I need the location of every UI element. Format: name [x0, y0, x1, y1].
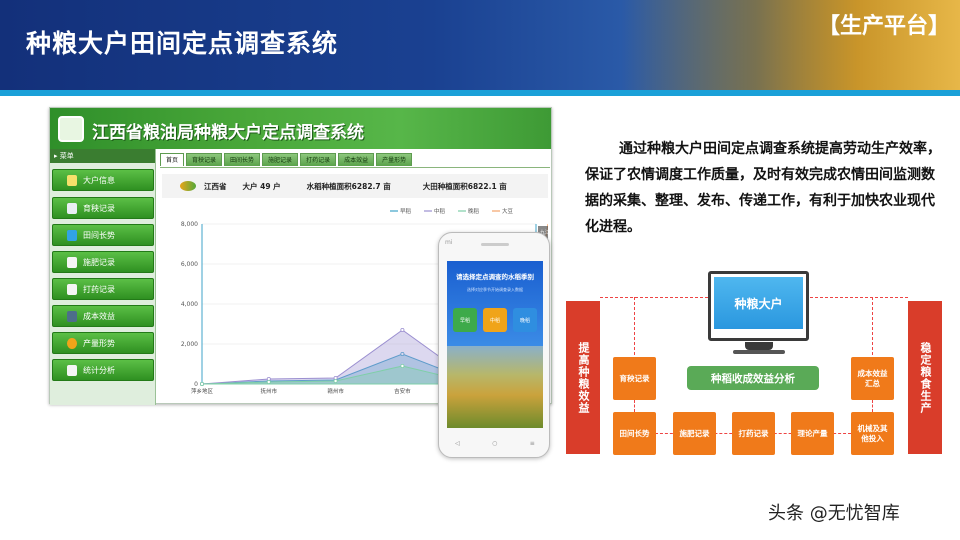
app-title: 江西省粮油局种粮大户定点调查系统 [92, 123, 364, 143]
platform-label: 【生产平台】 [817, 14, 950, 39]
header-stripe [0, 90, 960, 96]
tab-fertilize[interactable]: 施肥记录 [262, 153, 299, 166]
home-icon[interactable]: ○ [492, 440, 497, 447]
page-title: 种粮大户田间定点调查系统 [26, 29, 339, 58]
phone-button-middle[interactable]: 中稻 [483, 308, 507, 332]
sidebar-head: ▸ 菜单 [50, 149, 155, 163]
phone-nav: ◁ ○ ≡ [439, 440, 551, 447]
sidebar-item-2[interactable]: 田间长势 [52, 224, 154, 246]
sidebar-item-1[interactable]: 育秧记录 [52, 197, 154, 219]
sidebar-item-4[interactable]: 打药记录 [52, 278, 154, 300]
y-tick-label: 2,000 [181, 341, 198, 348]
data-point [400, 328, 405, 333]
sidebar-item-6[interactable]: 产量形势 [52, 332, 154, 354]
header-banner: 种粮大户田间定点调查系统 【生产平台】 [0, 0, 960, 96]
tab-cost[interactable]: 成本效益 [338, 153, 375, 166]
phone-screen: 请选择定点调查的水稻季别 选择对应季节开始调查录入数据 早稻 中稻 晚稻 [447, 261, 543, 428]
monitor-stand [745, 342, 773, 350]
phone-speaker [481, 243, 509, 246]
box-yield: 理论产量 [791, 412, 834, 455]
data-point [333, 378, 338, 383]
summary-households: 大户 49 户 [242, 181, 281, 191]
legend-label: 早稻 [400, 207, 412, 215]
x-tick-label: 抚州市 [261, 387, 278, 395]
tab-bar: 首页 育秧记录 田间长势 施肥记录 打药记录 成本效益 产量形势 [160, 153, 413, 167]
x-tick-label: 吉安市 [394, 387, 411, 395]
data-point [400, 363, 405, 368]
tab-seedling[interactable]: 育秧记录 [186, 153, 223, 166]
back-icon[interactable]: ◁ [455, 440, 460, 447]
legend-label: 中稻 [434, 207, 446, 215]
y-tick-label: 4,000 [181, 301, 198, 308]
box-seedling: 育秧记录 [613, 357, 656, 400]
app-header: 江西省粮油局种粮大户定点调查系统 [50, 108, 551, 149]
leaf-icon [180, 181, 196, 191]
sidebar-item-7[interactable]: 统计分析 [52, 359, 154, 381]
summary-province: 江西省 [204, 181, 227, 191]
phone-button-early[interactable]: 早稻 [453, 308, 477, 332]
box-cost: 成本效益汇总 [851, 357, 894, 400]
analysis-bar: 种稻收成效益分析 [687, 366, 819, 390]
phone-header: 请选择定点调查的水稻季别 选择对应季节开始调查录入数据 早稻 中稻 晚稻 [447, 261, 543, 346]
monitor-base [733, 350, 785, 354]
x-tick-label: 赣州市 [327, 387, 344, 395]
y-tick-label: 6,000 [181, 261, 198, 268]
left-goal-box: 提高种粮效益 [566, 301, 600, 454]
rice-photo [447, 346, 543, 428]
connector-right-low [872, 400, 873, 412]
connector-left-low [634, 400, 635, 412]
box-growth: 田间长势 [613, 412, 656, 455]
tab-spray[interactable]: 打药记录 [300, 153, 337, 166]
menu-icon[interactable]: ≡ [530, 440, 535, 447]
monitor-screen: 种粮大户 [714, 277, 803, 329]
data-point [200, 381, 205, 386]
phone-brand: mi [445, 239, 453, 246]
box-machinery: 机械及其他投入 [851, 412, 894, 455]
watermark: 头条 @无忧智库 [768, 503, 900, 524]
summary-bar: 江西省 大户 49 户 水稻种植面积6282.7 亩 大田种植面积6822.1 … [162, 174, 548, 198]
monitor-icon: 种粮大户 [708, 271, 809, 341]
sidebar-item-3[interactable]: 施肥记录 [52, 251, 154, 273]
x-tick-label: 萍乡地区 [191, 387, 214, 395]
y-tick-label: 0 [194, 381, 198, 388]
connector-left [634, 297, 635, 355]
phone-title: 请选择定点调查的水稻季别 [456, 273, 534, 281]
summary-rice-area: 水稻种植面积6282.7 亩 [306, 181, 391, 191]
right-goal-box: 稳定粮食生产 [908, 301, 942, 454]
tab-growth[interactable]: 田间长势 [224, 153, 261, 166]
app-logo-icon [58, 116, 84, 142]
connector-right [872, 297, 873, 355]
box-fertilize: 施肥记录 [673, 412, 716, 455]
legend-label: 晚稻 [468, 207, 480, 215]
sidebar: ▸ 菜单 大户信息 育秧记录 田间长势 施肥记录 打药记录 成本效益 产量形势 … [50, 149, 156, 405]
y-tick-label: 8,000 [181, 221, 198, 228]
legend-label: 大豆 [502, 207, 514, 215]
sidebar-item-0[interactable]: 大户信息 [52, 169, 154, 191]
summary-field-area: 大田种植面积6822.1 亩 [422, 181, 507, 191]
phone-button-late[interactable]: 晚稻 [513, 308, 537, 332]
data-point [266, 379, 271, 384]
description-text: 通过种粮大户田间定点调查系统提高劳动生产效率，保证了农情调度工作质量，及时有效完… [585, 141, 941, 235]
phone-subtitle: 选择对应季节开始调查录入数据 [467, 287, 523, 292]
tab-yield[interactable]: 产量形势 [376, 153, 413, 166]
sidebar-item-5[interactable]: 成本效益 [52, 305, 154, 327]
box-spray: 打药记录 [732, 412, 775, 455]
tab-home[interactable]: 首页 [160, 153, 185, 166]
phone-mockup: mi 请选择定点调查的水稻季别 选择对应季节开始调查录入数据 早稻 中稻 晚稻 … [438, 232, 550, 458]
